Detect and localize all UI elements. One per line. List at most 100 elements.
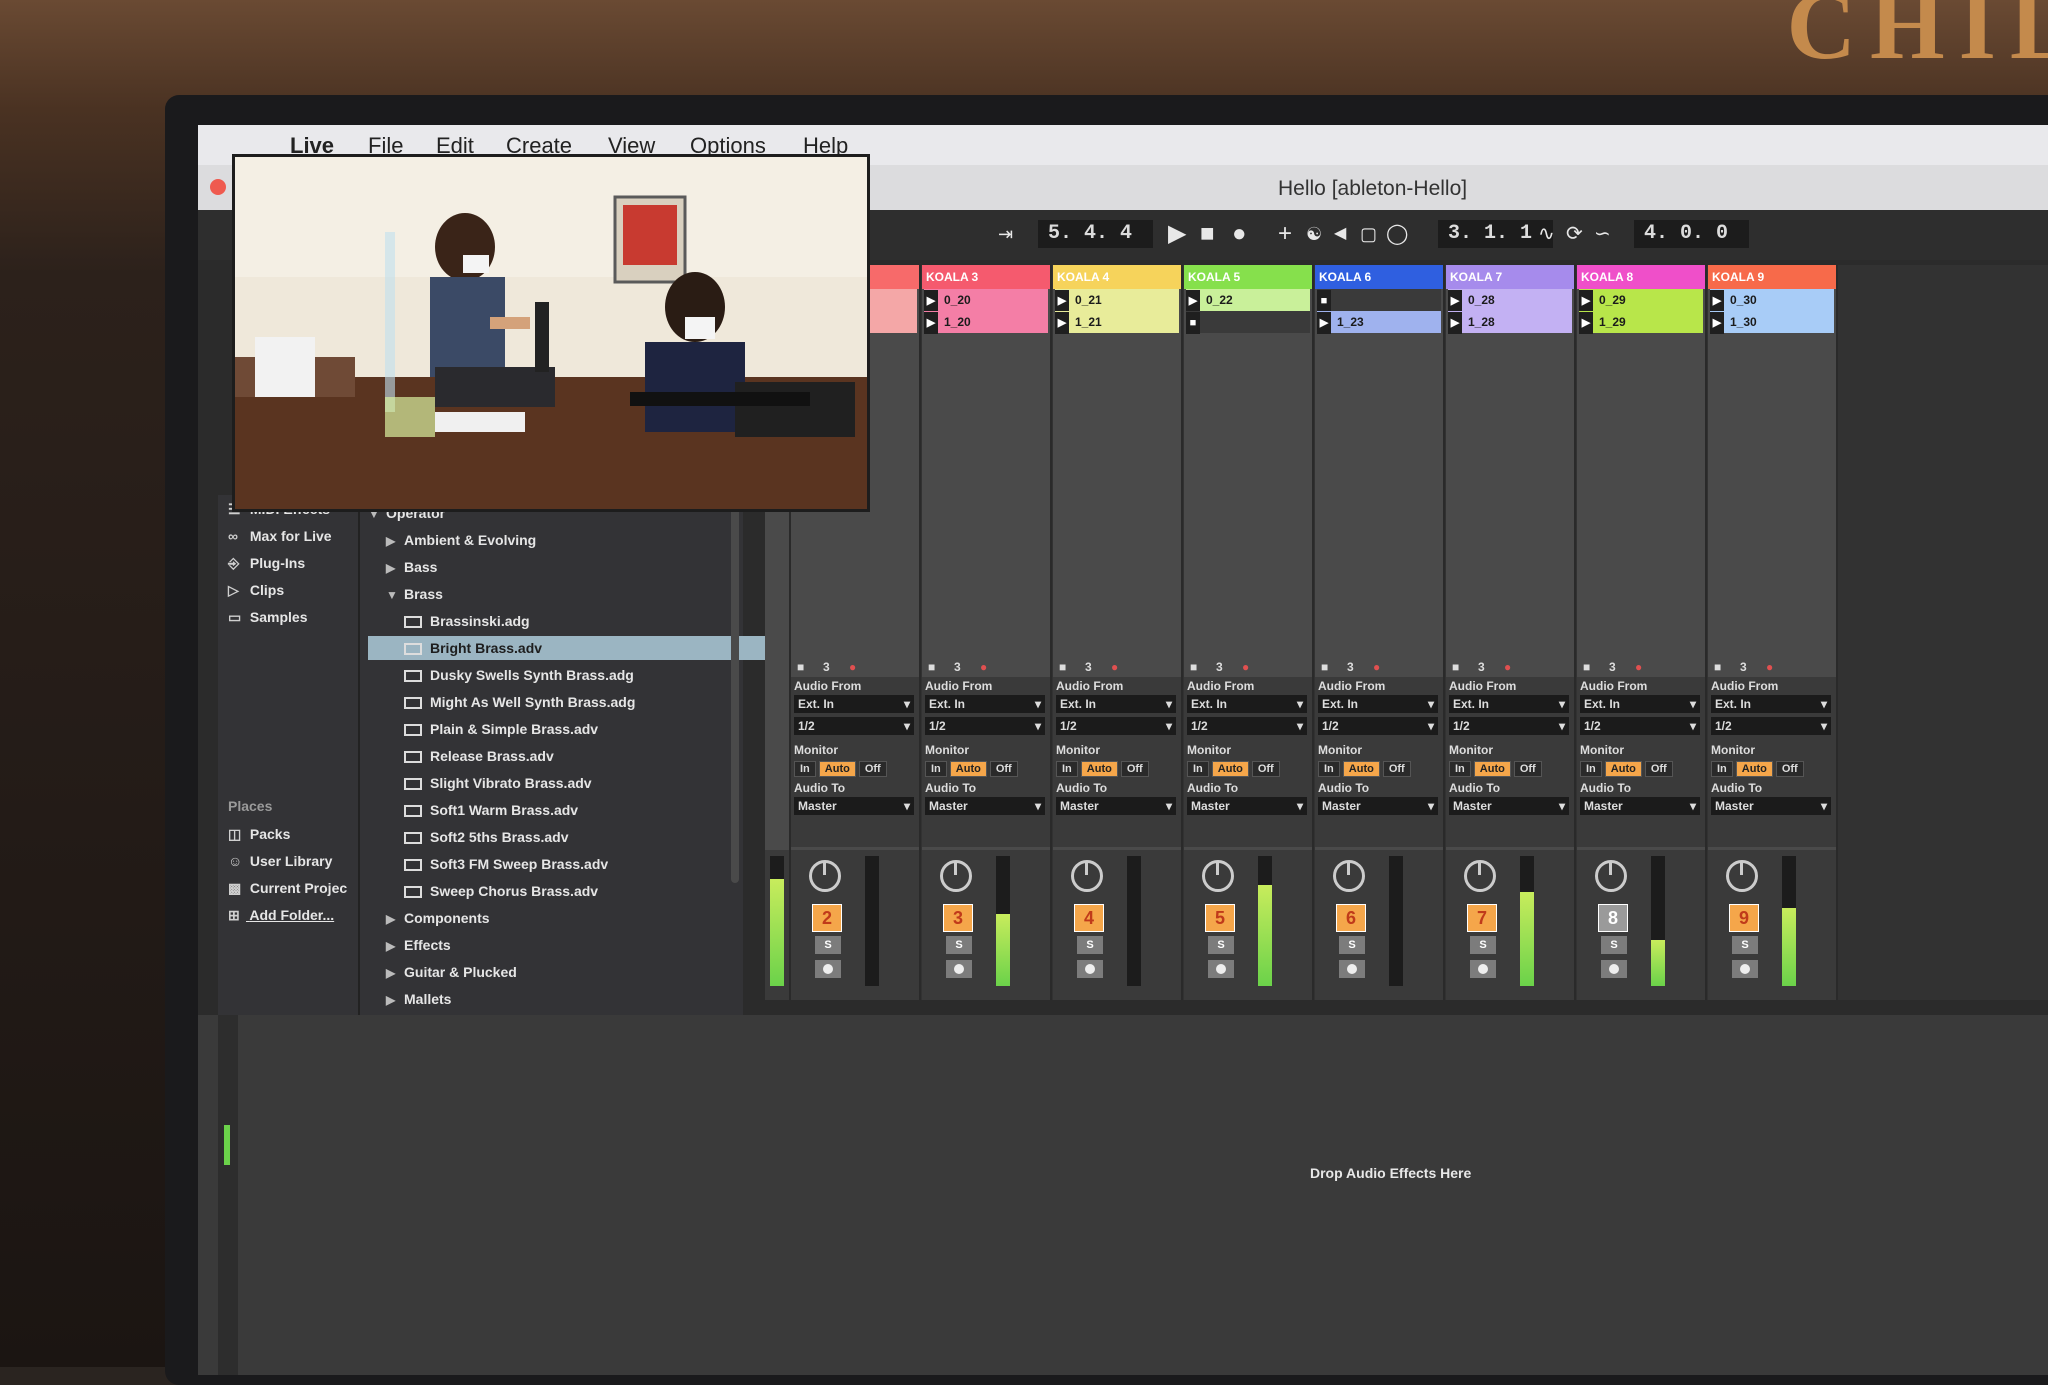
browser-preset-item[interactable]: Soft2 5ths Brass.adv: [368, 825, 774, 849]
audio-from-type-select[interactable]: Ext. In: [1580, 695, 1700, 713]
clip-launch-icon[interactable]: ▶: [1448, 312, 1462, 334]
clip-launch-icon[interactable]: ▶: [1317, 312, 1331, 334]
volume-meter[interactable]: [1258, 856, 1272, 986]
browser-folder-item[interactable]: ▶ Guitar & Plucked: [368, 960, 756, 984]
audio-from-channel-select[interactable]: 1/2: [1187, 717, 1307, 735]
monitor-auto-button[interactable]: Auto: [1735, 761, 1773, 777]
clip-launch-icon[interactable]: ▶: [1710, 312, 1724, 334]
play-icon[interactable]: ▶: [1168, 220, 1186, 248]
punch-icon[interactable]: ∽: [1594, 220, 1611, 248]
record-arm-icon[interactable]: ●: [1504, 660, 1511, 674]
clip-launch-icon[interactable]: ▶: [1055, 312, 1069, 334]
clip-stop-icon[interactable]: ■: [1321, 660, 1328, 674]
stop-icon[interactable]: ■: [1200, 220, 1215, 248]
pan-knob[interactable]: [1071, 860, 1103, 892]
disclosure-closed-icon[interactable]: ▶: [386, 934, 404, 958]
browser-scrollbar[interactable]: [731, 503, 739, 883]
audio-to-select[interactable]: Master: [1580, 797, 1700, 815]
clip-slot[interactable]: ▶ 0_28: [1448, 289, 1572, 312]
clip-launch-icon[interactable]: ▶: [924, 312, 938, 334]
clip-slot[interactable]: ▶ 0_22: [1186, 289, 1310, 312]
solo-button[interactable]: S: [1339, 936, 1365, 954]
follow-icon[interactable]: ⇥: [998, 220, 1013, 248]
volume-meter[interactable]: [770, 856, 784, 986]
monitor-off-button[interactable]: Off: [1644, 761, 1673, 777]
clip-slot[interactable]: ▶ 0_20: [924, 289, 1048, 312]
places-user-library[interactable]: ☺ User Library: [228, 853, 332, 869]
pan-knob[interactable]: [809, 860, 841, 892]
volume-meter[interactable]: [1651, 856, 1665, 986]
audio-to-select[interactable]: Master: [1449, 797, 1569, 815]
pan-knob[interactable]: [1726, 860, 1758, 892]
audio-from-type-select[interactable]: Ext. In: [1711, 695, 1831, 713]
solo-button[interactable]: S: [946, 936, 972, 954]
audio-from-type-select[interactable]: Ext. In: [1449, 695, 1569, 713]
volume-meter[interactable]: [1782, 856, 1796, 986]
clip-launch-icon[interactable]: ▶: [1055, 290, 1069, 312]
browser-category-clips[interactable]: ▷ Clips: [228, 582, 284, 599]
audio-to-select[interactable]: Master: [794, 797, 914, 815]
draw-mode-icon[interactable]: ∿: [1538, 220, 1555, 248]
monitor-auto-button[interactable]: Auto: [949, 761, 987, 777]
clip-stop-icon[interactable]: ■: [1186, 312, 1200, 334]
pan-knob[interactable]: [1333, 860, 1365, 892]
clip-slot[interactable]: ■: [1186, 311, 1310, 334]
browser-folder-item[interactable]: ▶ Ambient & Evolving: [368, 528, 756, 552]
track-header[interactable]: KOALA 9: [1708, 265, 1836, 289]
track-activator-button[interactable]: 4: [1074, 904, 1104, 932]
clip-slot[interactable]: ▶ 0_21: [1055, 289, 1179, 312]
browser-preset-item[interactable]: Plain & Simple Brass.adv: [368, 717, 774, 741]
monitor-off-button[interactable]: Off: [1382, 761, 1411, 777]
pan-knob[interactable]: [1202, 860, 1234, 892]
clip-launch-icon[interactable]: ▶: [1579, 312, 1593, 334]
audio-from-channel-select[interactable]: 1/2: [1711, 717, 1831, 735]
clip-stop-icon[interactable]: ■: [797, 660, 804, 674]
clip-launch-icon[interactable]: ▶: [1186, 290, 1200, 312]
clip-launch-icon[interactable]: ▶: [1448, 290, 1462, 312]
clip-slot[interactable]: ▶ 1_29: [1579, 311, 1703, 334]
volume-meter[interactable]: [996, 856, 1010, 986]
volume-meter[interactable]: [1520, 856, 1534, 986]
browser-category-max-for-live[interactable]: ∞ Max for Live: [228, 528, 332, 544]
clip-slot[interactable]: ▶ 1_21: [1055, 311, 1179, 334]
pan-knob[interactable]: [1595, 860, 1627, 892]
record-arm-icon[interactable]: ●: [1635, 660, 1642, 674]
loop-icon[interactable]: ⟳: [1566, 220, 1583, 248]
audio-to-select[interactable]: Master: [1187, 797, 1307, 815]
automation-arm-icon[interactable]: ☯: [1306, 220, 1322, 248]
clip-stop-icon[interactable]: ■: [1059, 660, 1066, 674]
disclosure-closed-icon[interactable]: ▶: [386, 556, 404, 580]
clip-stop-icon[interactable]: ■: [1317, 290, 1331, 312]
track-header[interactable]: KOALA 3: [922, 265, 1050, 289]
track-activator-button[interactable]: 9: [1729, 904, 1759, 932]
audio-from-type-select[interactable]: Ext. In: [1056, 695, 1176, 713]
browser-folder-item[interactable]: ▶ Components: [368, 906, 756, 930]
volume-meter[interactable]: [1127, 856, 1141, 986]
monitor-off-button[interactable]: Off: [1513, 761, 1542, 777]
volume-meter[interactable]: [865, 856, 879, 986]
arm-button[interactable]: [1339, 960, 1365, 978]
monitor-in-button[interactable]: In: [1449, 761, 1471, 777]
track-activator-button[interactable]: 7: [1467, 904, 1497, 932]
browser-preset-item[interactable]: Slight Vibrato Brass.adv: [368, 771, 774, 795]
monitor-off-button[interactable]: Off: [1775, 761, 1804, 777]
browser-folder-item[interactable]: ▶ Bass: [368, 555, 756, 579]
record-arm-icon[interactable]: ●: [849, 660, 856, 674]
record-arm-icon[interactable]: ●: [1111, 660, 1118, 674]
clip-stop-icon[interactable]: ■: [1583, 660, 1590, 674]
song-position-display[interactable]: 3. 1. 1: [1438, 220, 1553, 248]
track-activator-button[interactable]: 6: [1336, 904, 1366, 932]
disclosure-closed-icon[interactable]: ▶: [386, 529, 404, 553]
browser-preset-item[interactable]: Bright Brass.adv: [368, 636, 774, 660]
monitor-off-button[interactable]: Off: [858, 761, 887, 777]
audio-from-channel-select[interactable]: 1/2: [1318, 717, 1438, 735]
track-header[interactable]: KOALA 6: [1315, 265, 1443, 289]
clip-stop-icon[interactable]: ■: [1190, 660, 1197, 674]
solo-button[interactable]: S: [1077, 936, 1103, 954]
arm-button[interactable]: [1470, 960, 1496, 978]
clip-slot[interactable]: ▶ 0_30: [1710, 289, 1834, 312]
monitor-auto-button[interactable]: Auto: [818, 761, 856, 777]
audio-from-type-select[interactable]: Ext. In: [1187, 695, 1307, 713]
audio-from-type-select[interactable]: Ext. In: [1318, 695, 1438, 713]
browser-preset-item[interactable]: Soft1 Warm Brass.adv: [368, 798, 774, 822]
